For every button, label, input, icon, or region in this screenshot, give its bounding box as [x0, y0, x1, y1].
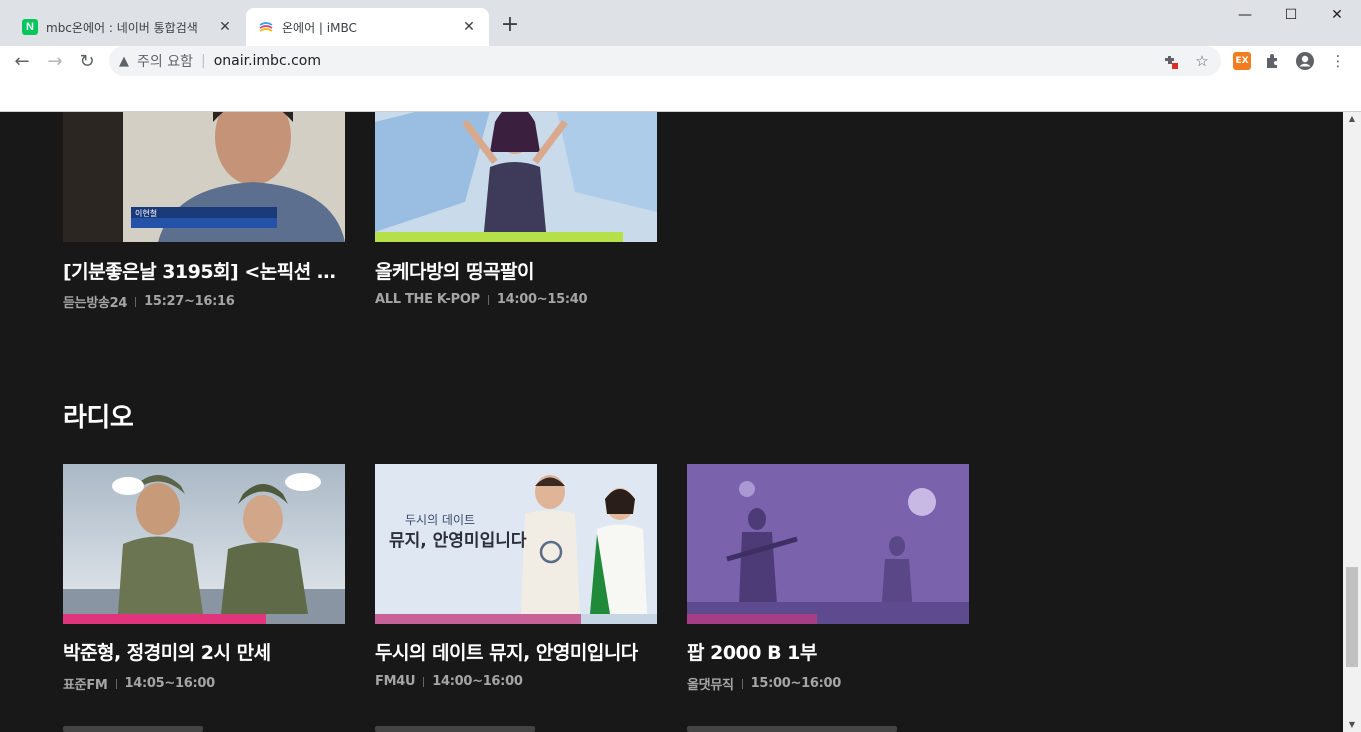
radio-card[interactable] — [63, 464, 345, 624]
air-time: 14:00~16:00 — [432, 674, 523, 689]
address-bar[interactable]: ▲ 주의 요함 | onair.imbc.com — [109, 46, 1221, 76]
svg-text:이현철: 이현철 — [135, 208, 157, 218]
scroll-up-icon[interactable]: ▲ — [1343, 112, 1361, 126]
extensions-puzzle-icon[interactable] — [1262, 50, 1284, 72]
page-content: 이현철 [기분좋은날 3195회] <논픽션 극... 듣는방송24 15:27… — [0, 112, 1343, 732]
extension-ex-icon[interactable]: EX — [1233, 52, 1251, 70]
meta-divider — [115, 678, 117, 689]
tv-thumbnail[interactable]: 이현철 — [63, 112, 345, 242]
omnibox-divider: | — [200, 53, 206, 69]
profile-avatar-icon[interactable] — [1294, 50, 1316, 72]
tab-naver-search[interactable]: N mbc온에어 : 네이버 통합검색 ✕ — [10, 8, 245, 46]
tv-card-title[interactable]: 올케다방의 띵곡팔이 — [375, 257, 657, 284]
radio-thumbnail[interactable]: 두시의 데이트 뮤지, 안영미입니다 — [375, 464, 657, 624]
radio-card-title[interactable]: 박준형, 정경미의 2시 만세 — [63, 638, 345, 665]
page-scrollbar[interactable]: ▲ ▼ — [1343, 112, 1361, 732]
meta-divider — [741, 678, 743, 689]
imbc-favicon-icon — [258, 19, 274, 35]
new-tab-button[interactable]: + — [498, 14, 522, 38]
tab-imbc-onair[interactable]: 온에어 | iMBC ✕ — [246, 8, 489, 46]
radio-card[interactable] — [687, 464, 969, 624]
tv-card-title[interactable]: [기분좋은날 3195회] <논픽션 극... — [63, 257, 345, 284]
radio-card-title[interactable]: 두시의 데이트 뮤지, 안영미입니다 — [375, 638, 657, 665]
radio-thumbnail[interactable] — [63, 464, 345, 624]
radio-card-meta: 올댓뮤직 15:00~16:00 — [687, 674, 841, 693]
maximize-button[interactable]: ☐ — [1268, 0, 1314, 30]
tv-card-meta: ALL THE K-POP 14:00~15:40 — [375, 292, 588, 307]
tab-close-icon[interactable]: ✕ — [461, 19, 477, 35]
bookmark-star-icon[interactable]: ☆ — [1191, 50, 1213, 72]
thumb-text-line1: 두시의 데이트 — [405, 513, 475, 527]
next-row-meta-partial — [687, 726, 897, 732]
tab-title: 온에어 | iMBC — [282, 20, 357, 35]
tv-card-meta: 듣는방송24 15:27~16:16 — [63, 292, 235, 311]
air-time: 15:27~16:16 — [144, 294, 235, 309]
thumb-text-line2: 뮤지, 안영미입니다 — [389, 531, 527, 551]
tv-card[interactable]: 이현철 — [63, 112, 345, 242]
tab-title: mbc온에어 : 네이버 통합검색 — [46, 20, 198, 35]
reload-icon[interactable]: ↻ — [74, 48, 100, 74]
scroll-down-icon[interactable]: ▼ — [1343, 718, 1361, 732]
forward-icon[interactable]: → — [42, 48, 68, 74]
radio-card-meta: 표준FM 14:05~16:00 — [63, 674, 215, 693]
tv-card[interactable] — [375, 112, 657, 242]
menu-kebab-icon[interactable]: ⋮ — [1327, 50, 1349, 72]
radio-card-title[interactable]: 팝 2000 B 1부 — [687, 638, 969, 665]
channel-name: 듣는방송24 — [63, 296, 128, 311]
tab-close-icon[interactable]: ✕ — [217, 19, 233, 35]
air-time: 14:05~16:00 — [124, 676, 216, 691]
channel-name: 표준FM — [63, 678, 108, 693]
radio-thumbnail[interactable] — [687, 464, 969, 624]
minimize-button[interactable]: — — [1222, 0, 1268, 30]
scrollbar-thumb[interactable] — [1346, 567, 1358, 667]
meta-divider — [135, 296, 137, 307]
close-window-button[interactable]: ✕ — [1314, 0, 1360, 30]
air-time: 15:00~16:00 — [750, 676, 842, 691]
warning-icon: ▲ — [119, 53, 129, 69]
blocked-extension-icon[interactable] — [1159, 50, 1181, 72]
tv-thumbnail[interactable] — [375, 112, 657, 242]
page-header-strip — [0, 76, 1361, 112]
security-label: 주의 요함 — [137, 54, 193, 70]
back-icon[interactable]: ← — [9, 48, 35, 74]
radio-section-title: 라디오 — [63, 403, 134, 433]
next-row-meta-partial — [375, 726, 535, 732]
meta-divider — [423, 676, 425, 687]
url-text: onair.imbc.com — [213, 53, 321, 69]
browser-toolbar: ← → ↻ ▲ 주의 요함 | onair.imbc.com ☆ EX ⋮ — [0, 46, 1361, 76]
naver-favicon-icon: N — [22, 19, 38, 35]
next-row-meta-partial — [63, 726, 203, 732]
air-time: 14:00~15:40 — [496, 292, 588, 307]
channel-name: ALL THE K-POP — [375, 292, 480, 307]
browser-tab-strip: N mbc온에어 : 네이버 통합검색 ✕ 온에어 | iMBC ✕ + — ☐… — [0, 0, 1361, 46]
radio-card-meta: FM4U 14:00~16:00 — [375, 674, 523, 689]
radio-card[interactable]: 두시의 데이트 뮤지, 안영미입니다 — [375, 464, 657, 624]
meta-divider — [487, 294, 489, 305]
channel-name: FM4U — [375, 674, 416, 689]
channel-name: 올댓뮤직 — [687, 678, 734, 693]
